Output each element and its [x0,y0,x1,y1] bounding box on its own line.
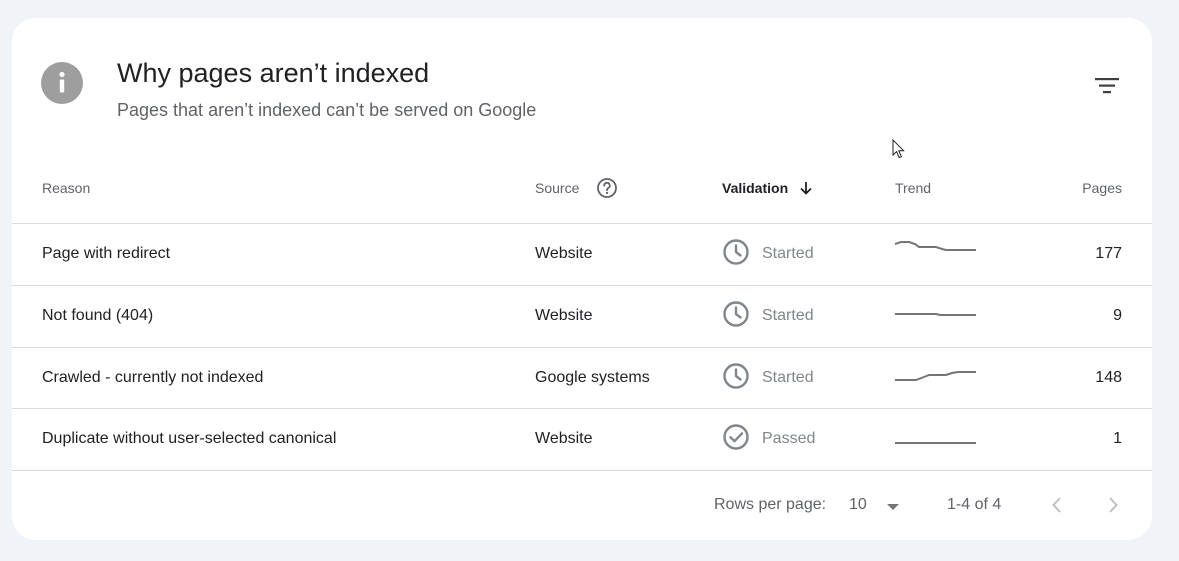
dropdown-arrow-icon[interactable] [885,502,901,512]
pages-count: 148 [1095,369,1122,386]
column-header-pages[interactable]: Pages [1082,180,1122,196]
source-cell: Website [535,245,593,262]
column-header-source[interactable]: Source [535,180,579,196]
filter-button[interactable] [1090,72,1124,100]
column-header-trend: Trend [895,180,932,196]
filter-icon [1095,78,1119,94]
table-row[interactable]: Crawled - currently not indexed Google s… [12,347,1152,408]
pages-count: 9 [1113,307,1122,324]
card-subtitle: Pages that aren’t indexed can’t be serve… [117,100,537,120]
info-icon [41,62,83,104]
trend-sparkline [895,371,976,381]
reason-cell: Not found (404) [42,307,154,324]
table-row[interactable]: Duplicate without user-selected canonica… [12,408,1152,469]
trend-sparkline [895,442,976,444]
next-page-button[interactable] [1100,492,1126,518]
chevron-right-icon [1109,497,1118,513]
help-icon[interactable] [596,177,618,199]
clock-icon [723,301,749,327]
rows-per-page-label: Rows per page: [714,496,827,513]
reason-cell: Duplicate without user-selected canonica… [42,430,337,447]
table-bottom-divider [12,470,1152,471]
check-circle-icon [723,424,749,450]
chevron-left-icon [1052,497,1061,513]
column-header-validation[interactable]: Validation [722,180,788,196]
rows-per-page-select[interactable]: 10 [849,496,867,514]
source-cell: Website [535,430,593,447]
source-cell: Website [535,307,593,324]
table-row[interactable]: Page with redirect Website Started 177 [12,223,1152,284]
validation-status: Passed [762,430,816,447]
clock-icon [723,363,749,389]
validation-status: Started [762,245,814,262]
mouse-cursor-icon [892,139,905,159]
trend-sparkline [894,241,976,251]
clock-icon [723,239,749,265]
column-header-reason[interactable]: Reason [42,180,90,196]
source-cell: Google systems [535,369,650,386]
trend-sparkline [895,313,976,316]
reason-cell: Crawled - currently not indexed [42,369,264,386]
pagination-range: 1-4 of 4 [947,496,1002,513]
validation-status: Started [762,369,814,386]
pages-count: 1 [1113,430,1122,447]
why-pages-not-indexed-card: Why pages aren’t indexed Pages that aren… [12,18,1152,540]
arrow-down-icon[interactable] [798,180,814,196]
reason-cell: Page with redirect [42,245,171,262]
pages-count: 177 [1095,245,1122,262]
validation-status: Started [762,307,814,324]
table-row[interactable]: Not found (404) Website Started 9 [12,285,1152,346]
card-title: Why pages aren’t indexed [117,58,430,88]
previous-page-button[interactable] [1044,492,1070,518]
